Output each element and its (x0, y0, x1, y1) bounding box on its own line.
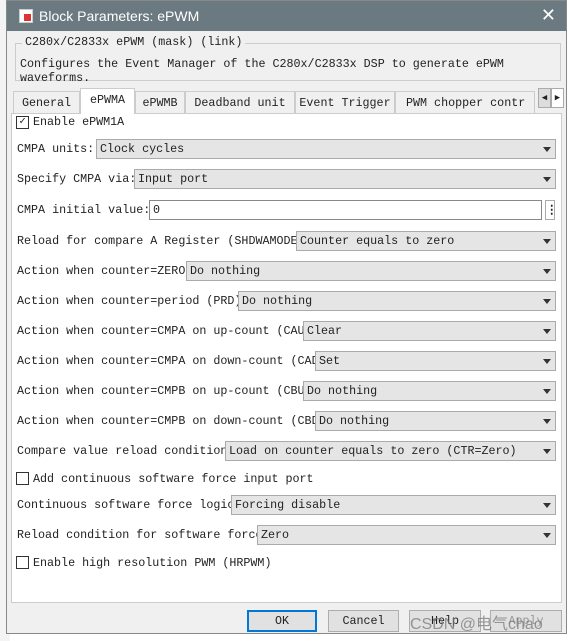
selected-value: Clear (307, 324, 343, 338)
chevron-down-icon (543, 449, 551, 454)
title-bar: Block Parameters: ePWM ✕ (7, 1, 566, 31)
more-options-icon[interactable]: ⋮ (545, 200, 558, 220)
selected-value: Do nothing (242, 294, 313, 308)
action-prd-label: Action when counter=period (PRD): (17, 294, 249, 308)
enable-epwm1a-checkbox[interactable]: ✓ (16, 116, 29, 129)
action-zero-label: Action when counter=ZERO: (17, 264, 193, 278)
specify-cmpa-select[interactable]: Input port (134, 169, 556, 189)
cmpa-initial-input[interactable]: 0 (149, 200, 542, 220)
tab-epwma[interactable]: ePWMA (80, 88, 135, 114)
force-logic-label: Continuous software force logic: (17, 498, 242, 512)
chevron-down-icon (543, 147, 551, 152)
chevron-down-icon (543, 329, 551, 334)
selected-value: Counter equals to zero (300, 234, 455, 248)
chevron-down-icon (543, 239, 551, 244)
action-cbd-select[interactable]: Do nothing (315, 411, 556, 431)
tab-deadband-unit[interactable]: Deadband unit (185, 91, 295, 113)
tab-epwmb[interactable]: ePWMB (135, 91, 185, 113)
tab-bar: General ePWMA ePWMB Deadband unit Event … (13, 88, 564, 114)
mask-description: Configures the Event Manager of the C280… (20, 57, 504, 85)
tab-pwm-chopper[interactable]: PWM chopper contr (395, 91, 535, 113)
enable-epwm1a-label: Enable ePWM1A (33, 115, 125, 129)
cmpa-initial-label: CMPA initial value: (17, 203, 151, 217)
selected-value: Do nothing (307, 384, 378, 398)
selected-value: Forcing disable (235, 498, 341, 512)
chevron-down-icon (543, 359, 551, 364)
chevron-down-icon (543, 419, 551, 424)
action-cbd-label: Action when counter=CMPB on down-count (… (17, 414, 333, 428)
compare-reload-label: Compare value reload condition: (17, 444, 235, 458)
simulink-block-icon (19, 9, 33, 23)
compare-reload-select[interactable]: Load on counter equals to zero (CTR=Zero… (225, 441, 556, 461)
tab-general[interactable]: General (13, 91, 80, 113)
action-cad-select[interactable]: Set (315, 351, 556, 371)
force-reload-select[interactable]: Zero (257, 525, 556, 545)
tab-event-trigger[interactable]: Event Trigger (295, 91, 395, 113)
selected-value: Do nothing (319, 414, 390, 428)
cmpa-units-label: CMPA units: (17, 142, 95, 156)
selected-value: Zero (261, 528, 290, 542)
action-cau-select[interactable]: Clear (303, 321, 556, 341)
tab-scroll-right-icon[interactable]: ▶ (551, 88, 564, 108)
cancel-button[interactable]: Cancel (328, 610, 399, 632)
block-parameters-dialog: Block Parameters: ePWM ✕ C280x/C2833x eP… (6, 0, 567, 634)
action-cbu-label: Action when counter=CMPB on up-count (CB… (17, 384, 319, 398)
chevron-down-icon (543, 177, 551, 182)
chevron-down-icon (543, 299, 551, 304)
chevron-down-icon (543, 533, 551, 538)
add-force-label: Add continuous software force input port (33, 472, 314, 486)
selected-value: Load on counter equals to zero (CTR=Zero… (229, 444, 517, 458)
tab-scroll-left-icon[interactable]: ◀ (538, 88, 551, 108)
watermark: CSDN @电气chao (410, 616, 543, 633)
mask-legend: C280x/C2833x ePWM (mask) (link) (22, 35, 246, 49)
window-title: Block Parameters: ePWM (39, 8, 200, 24)
specify-cmpa-label: Specify CMPA via: (17, 172, 137, 186)
force-logic-select[interactable]: Forcing disable (231, 495, 556, 515)
chevron-down-icon (543, 503, 551, 508)
selected-value: Do nothing (190, 264, 261, 278)
hrpwm-checkbox[interactable] (16, 556, 29, 569)
reload-a-label: Reload for compare A Register (SHDWAMODE… (17, 234, 312, 248)
chevron-down-icon (543, 389, 551, 394)
mask-description-group: C280x/C2833x ePWM (mask) (link) Configur… (15, 35, 561, 85)
selected-value: Set (319, 354, 341, 368)
action-cad-label: Action when counter=CMPA on down-count (… (17, 354, 333, 368)
action-zero-select[interactable]: Do nothing (186, 261, 556, 281)
chevron-down-icon (543, 269, 551, 274)
cmpa-units-select[interactable]: Clock cycles (96, 139, 556, 159)
hrpwm-label: Enable high resolution PWM (HRPWM) (33, 556, 272, 570)
action-cau-label: Action when counter=CMPA on up-count (CA… (17, 324, 319, 338)
close-icon[interactable]: ✕ (541, 5, 556, 26)
selected-value: Clock cycles (100, 142, 185, 156)
force-reload-label: Reload condition for software force: (17, 528, 270, 542)
action-cbu-select[interactable]: Do nothing (303, 381, 556, 401)
epwma-panel: ✓ Enable ePWM1A CMPA units: Clock cycles… (11, 113, 562, 603)
ok-button[interactable]: OK (247, 610, 317, 632)
action-prd-select[interactable]: Do nothing (238, 291, 556, 311)
add-force-checkbox[interactable] (16, 472, 29, 485)
reload-a-select[interactable]: Counter equals to zero (296, 231, 556, 251)
selected-value: Input port (138, 172, 209, 186)
